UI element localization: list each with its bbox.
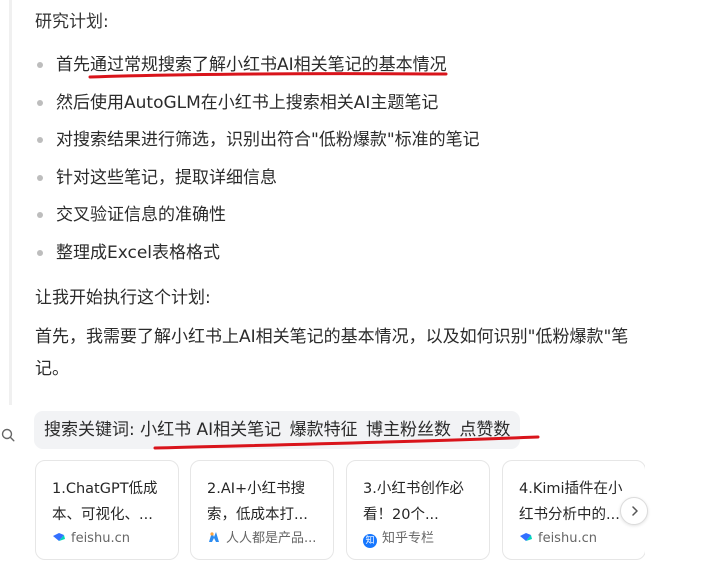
- result-card-source: 知知乎专栏: [363, 530, 434, 548]
- thread-left-rule: [9, 0, 12, 405]
- bullet-icon: [37, 212, 43, 218]
- start-paragraph: 让我开始执行这个计划:: [35, 288, 211, 308]
- result-card-title: 1.ChatGPT低成本、可视化、...: [52, 481, 158, 523]
- bullet-icon: [37, 249, 43, 256]
- keyword-chip: 小红书 AI相关笔记: [140, 420, 282, 440]
- plan-item: 整理成Excel表格格式: [35, 238, 480, 276]
- plan-list: 首先通过常规搜索了解小红书AI相关笔记的基本情况 然后使用AutoGLM在小红书…: [35, 50, 480, 275]
- woshipm-icon: [209, 532, 219, 542]
- result-card-title: 4.Kimi插件在小红书分析中的...: [519, 481, 623, 523]
- result-card[interactable]: 1.ChatGPT低成本、可视化、... feishu.cn: [35, 460, 179, 560]
- search-icon: [1, 428, 15, 442]
- result-card-title: 3.小红书创作必看！20个...: [363, 481, 464, 523]
- plan-item-text: 针对这些笔记，提取详细信息: [56, 167, 277, 188]
- bullet-icon: [37, 174, 43, 181]
- result-card-source: feishu.cn: [519, 530, 597, 548]
- feishu-icon: [520, 533, 532, 541]
- result-card[interactable]: 2.AI+小红书搜索，低成本打... 人人都是产品...: [190, 460, 334, 560]
- first-step-paragraph: 首先，我需要了解小红书上AI相关笔记的基本情况，以及如何识别"低粉爆款"笔记。: [35, 327, 629, 379]
- search-keywords-label: 搜索关键词:: [44, 420, 135, 440]
- plan-heading: 研究计划:: [35, 12, 109, 32]
- plan-item: 首先通过常规搜索了解小红书AI相关笔记的基本情况: [35, 50, 480, 88]
- result-card-source: feishu.cn: [52, 530, 130, 548]
- plan-item-text: 整理成Excel表格格式: [56, 242, 221, 263]
- result-card-source: 人人都是产品...: [207, 530, 316, 548]
- plan-item: 然后使用AutoGLM在小红书上搜索相关AI主题笔记: [35, 88, 480, 126]
- plan-item-text: 对搜索结果进行筛选，识别出符合"低粉爆款"标准的笔记: [56, 130, 480, 150]
- plan-item: 交叉验证信息的准确性: [35, 200, 480, 238]
- keyword-chip: 博主粉丝数: [366, 420, 451, 440]
- plan-item-text: 然后使用AutoGLM在小红书上搜索相关AI主题笔记: [56, 92, 439, 113]
- keyword-chip: 点赞数: [459, 420, 511, 440]
- plan-item-text: 首先通过常规搜索了解小红书AI相关笔记的基本情况: [56, 55, 447, 75]
- bullet-icon: [37, 137, 43, 143]
- plan-item: 对搜索结果进行筛选，识别出符合"低粉爆款"标准的笔记: [35, 125, 480, 163]
- bullet-icon: [37, 62, 43, 68]
- search-results-carousel: 1.ChatGPT低成本、可视化、... feishu.cn 2.AI+小红书搜…: [35, 460, 645, 562]
- result-card-title: 2.AI+小红书搜索，低成本打...: [207, 481, 308, 523]
- keyword-chip: 爆款特征: [289, 420, 358, 440]
- result-card[interactable]: 3.小红书创作必看！20个... 知知乎专栏: [346, 460, 490, 560]
- bullet-icon: [37, 99, 43, 106]
- carousel-next-button[interactable]: [620, 497, 648, 525]
- chevron-right-icon: [632, 506, 638, 516]
- zhihu-icon: 知: [363, 534, 377, 548]
- plan-item-text: 交叉验证信息的准确性: [56, 205, 226, 225]
- feishu-icon: [53, 533, 65, 541]
- plan-item: 针对这些笔记，提取详细信息: [35, 163, 480, 201]
- search-keywords-bar: 搜索关键词: 小红书 AI相关笔记 爆款特征 博主粉丝数 点赞数: [34, 411, 521, 449]
